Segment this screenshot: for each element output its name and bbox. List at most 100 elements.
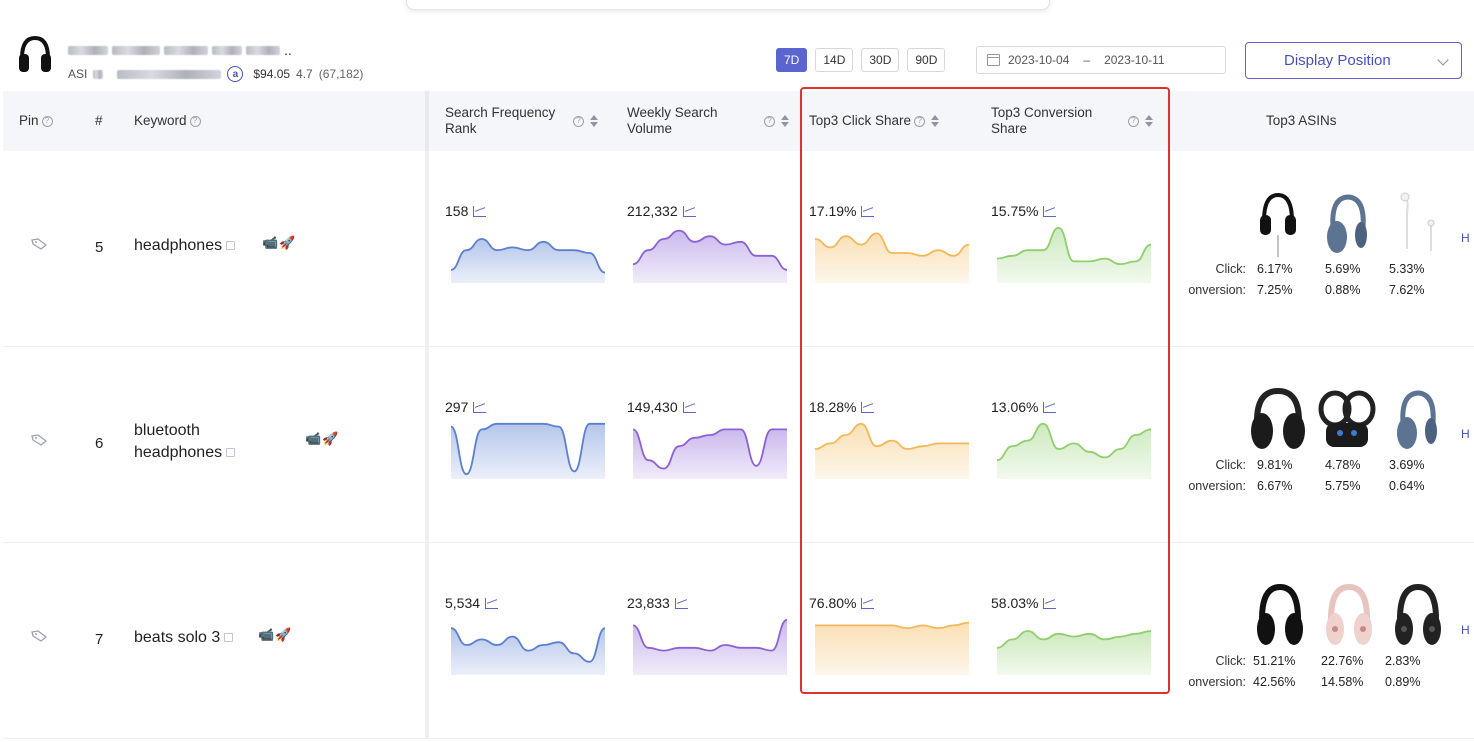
row-number: 7 — [95, 631, 104, 648]
asin-conv-2: 0.88% — [1325, 283, 1361, 297]
asin-click-3: 2.83% — [1385, 654, 1421, 668]
trend-chart-icon[interactable] — [1043, 205, 1057, 217]
col-wsv-label: Weekly Search Volume — [627, 105, 718, 136]
date-range-picker[interactable]: 2023-10-04 – 2023-10-11 — [976, 46, 1226, 74]
col-pin: Pin? — [19, 91, 53, 151]
help-icon[interactable]: ? — [1128, 115, 1139, 127]
range-14d-button[interactable]: 14D — [815, 48, 854, 72]
asin-label: ASI — [68, 67, 88, 81]
click-label: Click: — [1215, 262, 1246, 276]
sfr-value: 158 — [445, 203, 487, 219]
asin-click-1: 9.81% — [1257, 458, 1293, 472]
keyword-text-line1: bluetooth — [134, 422, 200, 439]
asin-thumbnail[interactable] — [1258, 191, 1298, 257]
conv-share-number: 13.06% — [991, 399, 1039, 415]
asin-thumbnail[interactable] — [1325, 191, 1369, 257]
help-icon[interactable]: ? — [764, 115, 775, 127]
asin-click-2: 4.78% — [1325, 458, 1361, 472]
blurred-text — [117, 69, 222, 79]
click-share-number: 18.28% — [809, 399, 857, 415]
asin-conv-1: 42.56% — [1253, 675, 1296, 689]
asin-conv-1: 7.25% — [1257, 283, 1293, 297]
asin-click-3: 5.33% — [1389, 262, 1425, 276]
product-reviews: (67,182) — [318, 67, 364, 81]
column-divider — [425, 151, 429, 346]
help-icon[interactable]: ? — [189, 115, 201, 127]
asin-thumbnail[interactable] — [1393, 583, 1443, 649]
trend-chart-icon[interactable] — [861, 401, 875, 413]
trend-chart-icon[interactable] — [674, 597, 688, 609]
keyword-text: headphones — [134, 237, 223, 254]
range-buttons: 7D 14D 30D 90D — [776, 48, 946, 72]
more-link[interactable]: H — [1461, 623, 1470, 637]
wsv-value: 23,833 — [627, 595, 688, 611]
range-90d-button[interactable]: 90D — [907, 48, 946, 72]
range-30d-button[interactable]: 30D — [861, 48, 900, 72]
column-divider — [425, 543, 429, 738]
asin-thumbnail[interactable] — [1249, 387, 1307, 453]
keyword-cell[interactable]: beats solo 3 — [134, 627, 234, 649]
trend-chart-icon[interactable] — [473, 205, 487, 217]
sort-icon[interactable] — [781, 115, 789, 127]
wsv-sparkline — [633, 428, 787, 479]
asin-thumbnail[interactable] — [1395, 387, 1439, 453]
blurred-text — [164, 45, 208, 55]
wsv-number: 23,833 — [627, 595, 670, 611]
col-top3-click-share[interactable]: Top3 Click Share ? — [809, 91, 969, 151]
sort-icon[interactable] — [1145, 115, 1153, 127]
asin-conv-3: 7.62% — [1389, 283, 1425, 297]
more-link[interactable]: H — [1461, 231, 1470, 245]
asin-thumbnail[interactable] — [1324, 583, 1374, 649]
asin-conv-3: 0.64% — [1389, 479, 1425, 493]
asin-labels: Click: onversion: — [1146, 455, 1246, 497]
asin-thumbnail[interactable] — [1255, 583, 1305, 649]
col-top3-conversion-share[interactable]: Top3 Conversion Share ? — [991, 91, 1156, 151]
sort-icon[interactable] — [590, 115, 598, 127]
product-title[interactable]: .. — [68, 42, 292, 58]
display-position-dropdown[interactable]: Display Position — [1245, 42, 1462, 79]
copy-icon[interactable] — [226, 448, 236, 458]
col-search-frequency-rank[interactable]: Search Frequency Rank ? — [445, 91, 610, 151]
tag-pin-icon[interactable] — [31, 238, 47, 250]
col-weekly-search-volume[interactable]: Weekly Search Volume ? — [627, 91, 792, 151]
asin-click-2: 5.69% — [1325, 262, 1361, 276]
asin-labels: Click: onversion: — [1146, 259, 1246, 301]
sort-icon[interactable] — [931, 115, 940, 127]
trend-chart-icon[interactable] — [1043, 597, 1057, 609]
trend-chart-icon[interactable] — [485, 597, 499, 609]
asin-thumbnail[interactable] — [1318, 387, 1376, 453]
row-number: 5 — [95, 239, 104, 256]
date-end: 2023-10-11 — [1104, 53, 1165, 67]
sfr-number: 5,534 — [445, 595, 481, 611]
keyword-cell[interactable]: headphones — [134, 235, 236, 257]
trend-chart-icon[interactable] — [682, 401, 696, 413]
calendar-icon — [987, 54, 1000, 66]
asin-thumbnail[interactable] — [1395, 191, 1439, 257]
trend-chart-icon[interactable] — [861, 205, 875, 217]
range-7d-button[interactable]: 7D — [776, 48, 808, 72]
video-sponsored-icon: 📹🚀 — [258, 627, 293, 642]
wsv-number: 212,332 — [627, 203, 678, 219]
help-icon[interactable]: ? — [914, 115, 926, 127]
conversion-label: onversion: — [1188, 675, 1246, 689]
trend-chart-icon[interactable] — [682, 205, 696, 217]
trend-chart-icon[interactable] — [1043, 401, 1057, 413]
conv-sparkline-area — [997, 423, 1151, 479]
col-keyword: Keyword? — [134, 91, 201, 151]
amazon-badge-icon: a — [227, 66, 244, 82]
wsv-value: 149,430 — [627, 399, 696, 415]
more-link[interactable]: H — [1461, 427, 1470, 441]
conv-share-value: 15.75% — [991, 203, 1057, 219]
tag-pin-icon[interactable] — [31, 434, 47, 446]
tag-pin-icon[interactable] — [31, 630, 47, 642]
trend-chart-icon[interactable] — [861, 597, 875, 609]
help-icon[interactable]: ? — [573, 115, 584, 127]
copy-icon[interactable] — [226, 241, 236, 251]
help-icon[interactable]: ? — [41, 115, 53, 127]
copy-icon[interactable] — [224, 633, 234, 643]
keyword-cell[interactable]: bluetooth headphones — [134, 420, 236, 464]
conv-sparkline — [997, 422, 1151, 479]
sfr-sparkline — [451, 627, 605, 675]
click-share-number: 17.19% — [809, 203, 857, 219]
trend-chart-icon[interactable] — [473, 401, 487, 413]
